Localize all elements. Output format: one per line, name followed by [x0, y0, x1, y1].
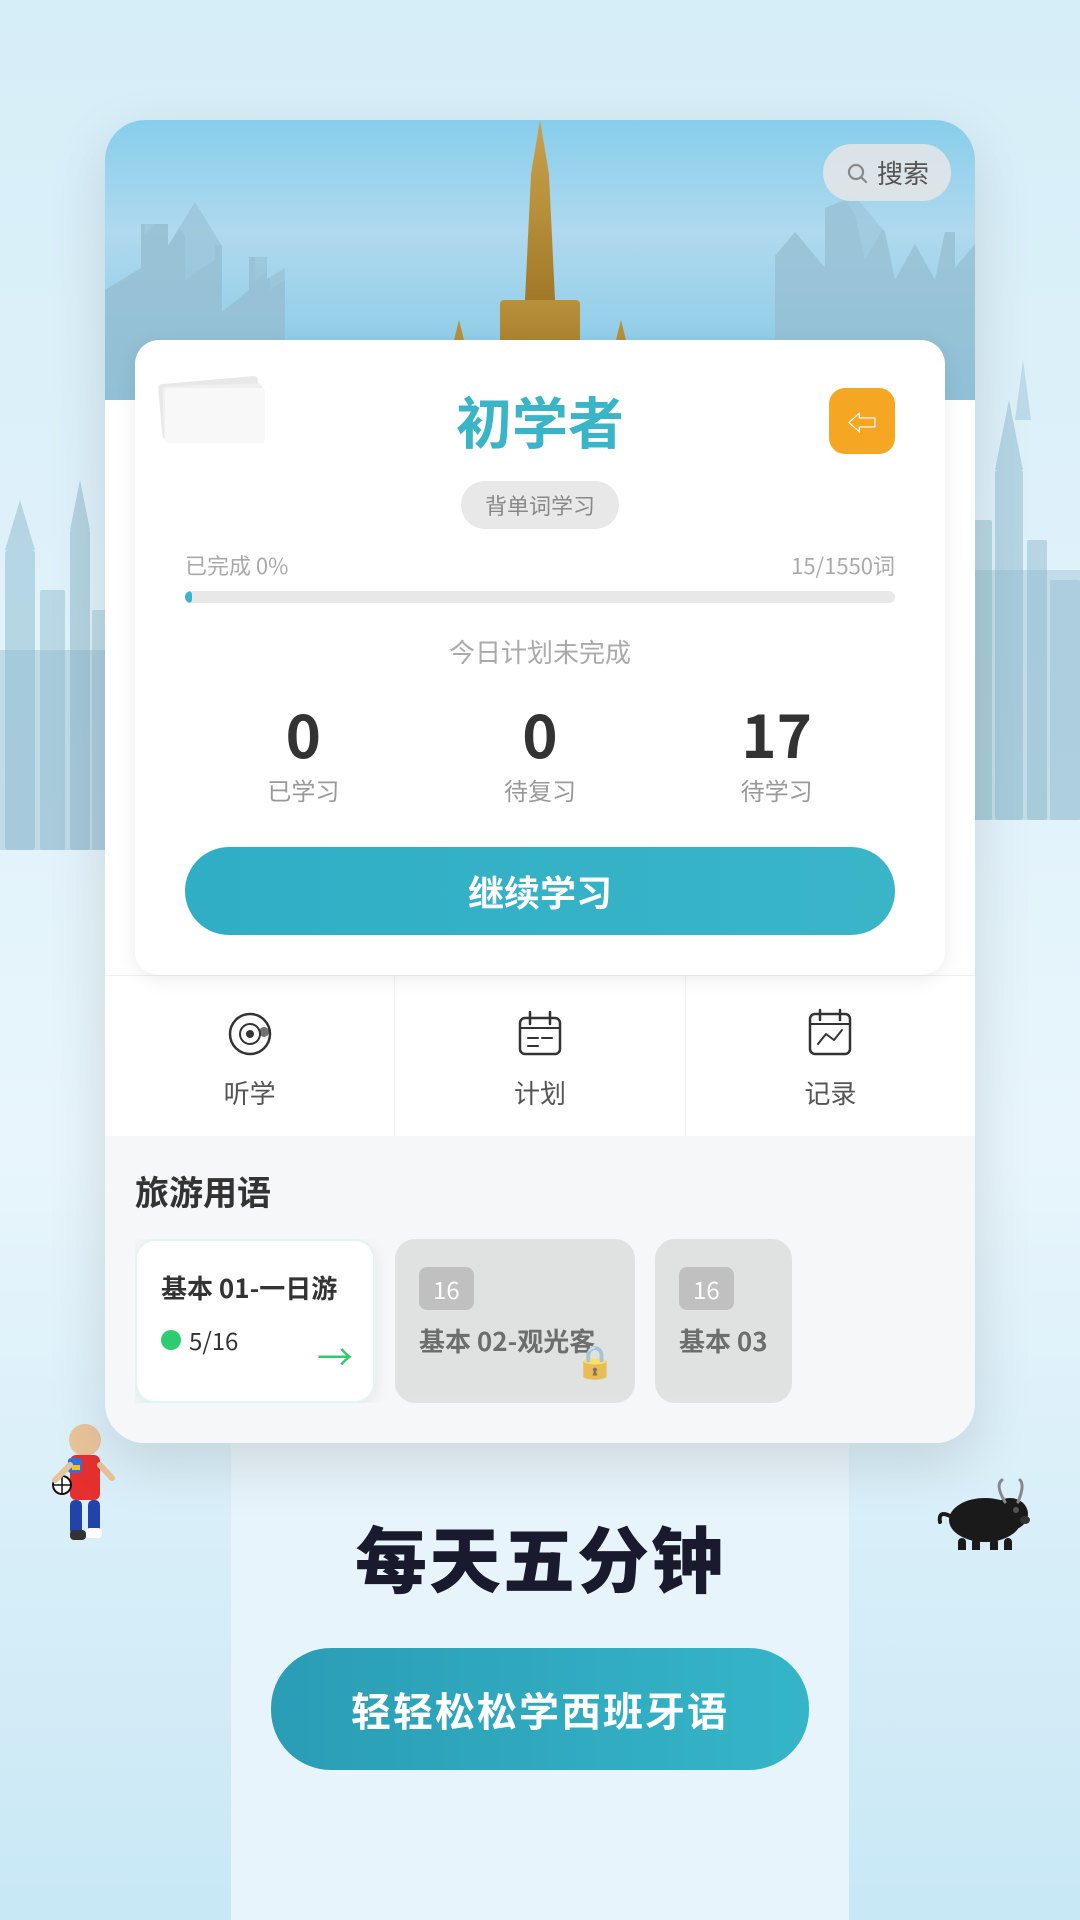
bottom-section: 每天五分钟 轻轻松松学西班牙语: [231, 1443, 849, 1920]
lesson-card-2[interactable]: 16 基本 02-观光客 🔒: [395, 1239, 635, 1403]
exchange-icon: ⇦: [847, 399, 877, 443]
nav-listen-label: 听学: [224, 1074, 276, 1111]
lesson-3-count: 16: [679, 1267, 734, 1310]
nav-record-label: 记录: [804, 1074, 856, 1111]
lesson-2-count: 16: [419, 1267, 474, 1310]
progress-bar: [185, 591, 895, 603]
course-card: 初学者 ⇦ 背单词学习 已完成 0% 15/1550词 今日计划未完成 0: [135, 340, 945, 975]
stats-row: 0 已学习 0 待复习 17 待学习: [185, 700, 895, 807]
continue-label: 继续学习: [468, 865, 612, 917]
progress-fill: [185, 591, 192, 603]
lock-icon-2: 🔒: [575, 1337, 615, 1383]
lesson-1-arrow: →: [317, 1329, 353, 1381]
stat-review-number: 0: [504, 700, 576, 766]
stat-pending: 17 待学习: [741, 700, 813, 807]
lessons-section: 旅游用语 基本 01-一日游 5/16 → 16 基本 02-观光客 🔒 16: [105, 1136, 975, 1443]
progress-left: 已完成 0%: [185, 549, 288, 581]
headphones-icon: [222, 1006, 278, 1062]
cta-label: 轻轻松松学西班牙语: [351, 1680, 729, 1738]
stat-studied-number: 0: [267, 700, 339, 766]
badge-row: 背单词学习: [185, 481, 895, 529]
lesson-1-progress-text: 5/16: [189, 1322, 238, 1357]
stat-studied: 0 已学习: [267, 700, 339, 807]
progress-right: 15/1550词: [791, 549, 895, 581]
course-badge: 背单词学习: [461, 481, 619, 529]
right-city-silhouette: [965, 320, 1080, 820]
nav-plan-label: 计划: [514, 1074, 566, 1111]
lesson-card-3[interactable]: 16 基本 03: [655, 1239, 792, 1403]
lesson-1-title: 基本 01-一日游: [161, 1269, 349, 1306]
search-icon: [845, 161, 869, 185]
status-text: 今日计划未完成: [185, 633, 895, 670]
nav-record[interactable]: 记录: [686, 976, 975, 1136]
stat-review: 0 待复习: [504, 700, 576, 807]
tagline-title: 每天五分钟: [271, 1503, 809, 1608]
course-header: 初学者 ⇦: [185, 380, 895, 461]
stat-review-label: 待复习: [504, 772, 576, 807]
lesson-cards: 基本 01-一日游 5/16 → 16 基本 02-观光客 🔒 16 基本 03: [135, 1239, 945, 1403]
stat-studied-label: 已学习: [267, 772, 339, 807]
progress-section: 已完成 0% 15/1550词: [185, 549, 895, 603]
search-button[interactable]: 搜索: [823, 144, 951, 201]
progress-dot: [161, 1330, 181, 1350]
cta-button[interactable]: 轻轻松松学西班牙语: [271, 1648, 809, 1770]
plan-icon: [512, 1006, 568, 1062]
lessons-section-title: 旅游用语: [135, 1166, 945, 1215]
stat-pending-label: 待学习: [741, 772, 813, 807]
continue-button[interactable]: 继续学习: [185, 847, 895, 935]
left-city-silhouette: [0, 350, 115, 850]
phone-card: 搜索 初学者 ⇦ 背单词学习 已完成 0% 15/1550词: [105, 120, 975, 1443]
record-icon: [802, 1006, 858, 1062]
course-title: 初学者: [456, 380, 624, 461]
nav-icons: 听学 计划 记录: [105, 975, 975, 1136]
search-label: 搜索: [877, 154, 929, 191]
exchange-button[interactable]: ⇦: [829, 388, 895, 454]
bull-illustration: [930, 1470, 1030, 1550]
stat-pending-number: 17: [741, 700, 813, 766]
nav-listen[interactable]: 听学: [105, 976, 395, 1136]
progress-labels: 已完成 0% 15/1550词: [185, 549, 895, 581]
lesson-3-title: 基本 03: [679, 1322, 768, 1359]
nav-plan[interactable]: 计划: [395, 976, 685, 1136]
lesson-card-1[interactable]: 基本 01-一日游 5/16 →: [135, 1239, 375, 1403]
